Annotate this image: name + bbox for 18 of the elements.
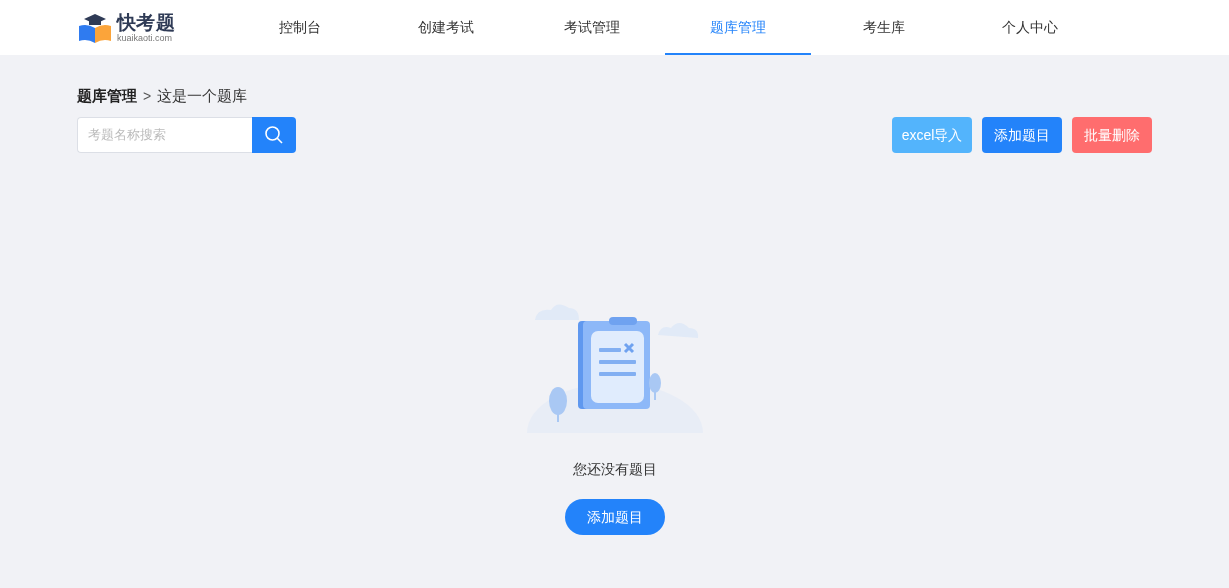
breadcrumb-separator: > <box>143 86 152 106</box>
search-field[interactable]: 考题名称搜索 <box>77 117 252 153</box>
breadcrumb-link[interactable]: 题库管理 <box>77 84 137 108</box>
logo-domain: kuaikaoti.com <box>117 33 174 43</box>
nav-tab[interactable]: 考生库 <box>811 0 957 55</box>
search-icon <box>264 125 284 145</box>
empty-message: 您还没有题目 <box>572 460 657 479</box>
add-question-button[interactable]: 添加题目 <box>564 499 665 535</box>
nav-tab[interactable]: 控制台 <box>227 0 373 55</box>
book-with-cap-icon <box>77 11 113 44</box>
nav-tab[interactable]: 考试管理 <box>519 0 665 55</box>
search-button[interactable] <box>252 117 296 153</box>
nav-tab[interactable]: 题库管理 <box>665 0 811 55</box>
action-button[interactable]: 添加题目 <box>982 117 1062 153</box>
nav-tab[interactable]: 个人中心 <box>957 0 1103 55</box>
nav-tab[interactable]: 创建考试 <box>373 0 519 55</box>
logo-text: 快考题 <box>117 12 176 32</box>
breadcrumb-current: 这是一个题库 <box>157 85 248 106</box>
